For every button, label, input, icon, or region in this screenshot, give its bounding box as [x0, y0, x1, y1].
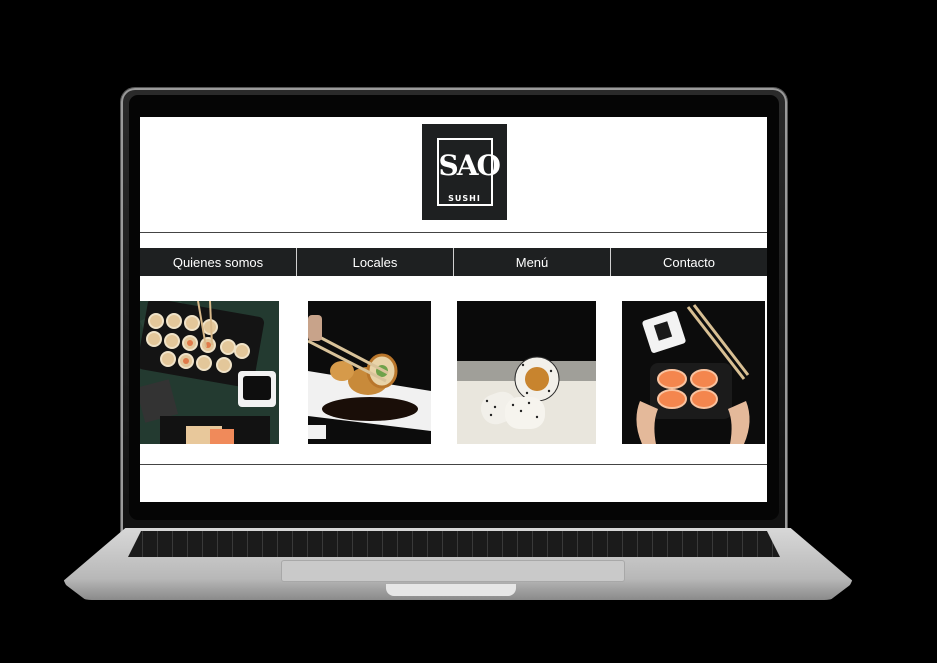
- chopsticks-roll-photo-icon: [308, 301, 431, 444]
- logo-frame: SAO SUSHI: [436, 138, 501, 206]
- logo-mark: SAO: [438, 149, 501, 182]
- gallery-photo-chopsticks-roll[interactable]: [308, 301, 431, 444]
- nav-item-quienes-somos[interactable]: Quienes somos: [140, 248, 297, 276]
- gallery-photo-sushi-tray[interactable]: [140, 301, 279, 444]
- main-nav: Quienes somos Locales Menú Contacto: [140, 248, 767, 276]
- laptop-keyboard: [128, 531, 780, 557]
- gallery-photo-salmon-box[interactable]: [622, 301, 765, 444]
- gallery-photo-sesame-roll[interactable]: [457, 301, 596, 444]
- footer-divider: [140, 464, 767, 465]
- nav-item-contacto[interactable]: Contacto: [611, 248, 767, 276]
- sushi-tray-photo-icon: [140, 301, 279, 444]
- nav-item-menu[interactable]: Menú: [454, 248, 611, 276]
- logo-subtitle: SUSHI: [448, 194, 481, 203]
- site-logo[interactable]: SAO SUSHI: [422, 124, 507, 220]
- laptop-opening-lip: [386, 584, 516, 596]
- laptop-trackpad: [281, 560, 625, 582]
- sesame-roll-photo-icon: [457, 301, 596, 444]
- browser-viewport: SAO SUSHI Quienes somos Locales Menú Con…: [140, 117, 767, 502]
- header-divider: [140, 232, 767, 233]
- salmon-box-photo-icon: [622, 301, 765, 444]
- nav-item-locales[interactable]: Locales: [297, 248, 454, 276]
